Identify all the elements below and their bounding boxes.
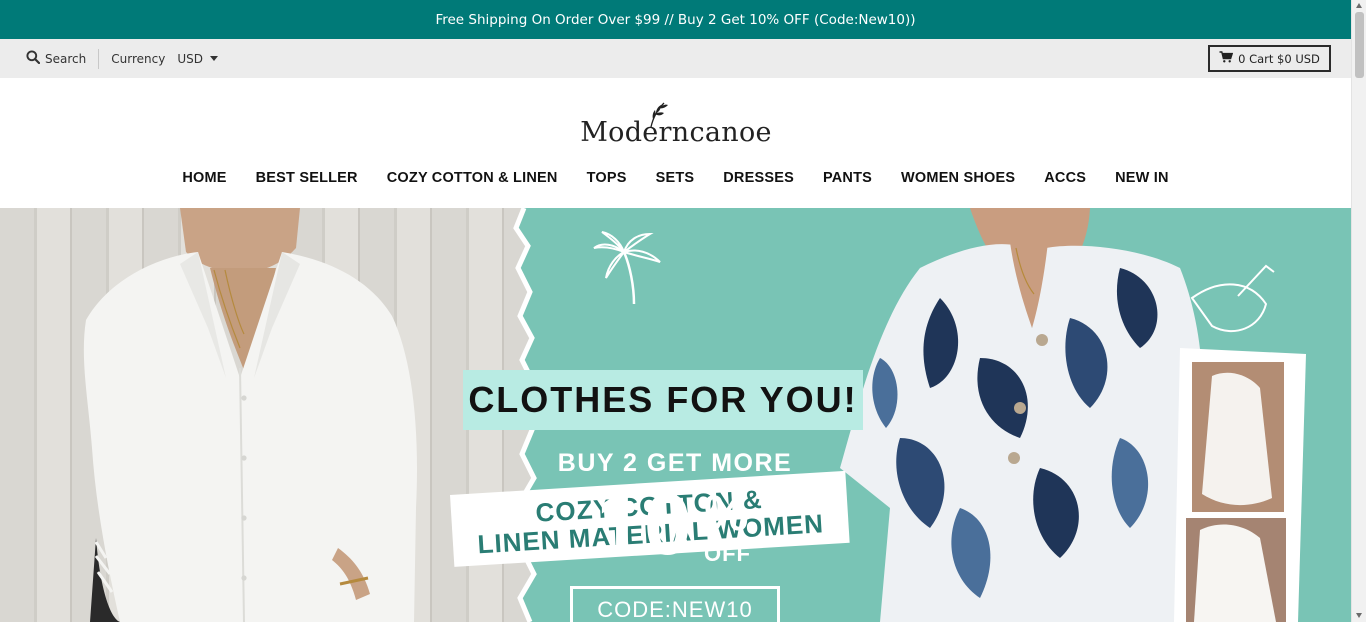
promo-percent: 10 (596, 477, 692, 573)
cart-label: 0 Cart $0 USD (1238, 51, 1320, 66)
scroll-up-icon[interactable] (1356, 3, 1362, 8)
leaf-icon (650, 102, 668, 128)
currency-value: USD (177, 51, 203, 66)
nav-item-dresses[interactable]: DRESSES (723, 170, 794, 186)
currency-selector: Currency USD (111, 52, 218, 66)
promo-buy-2: BUY 2 GET MORE (557, 449, 793, 477)
search-button[interactable]: Search (26, 50, 86, 67)
utility-divider (98, 48, 100, 69)
nav-item-pants[interactable]: PANTS (823, 170, 872, 186)
promo-headline: CLOTHES FOR YOU! (468, 379, 858, 420)
search-label: Search (45, 51, 87, 66)
promo-off: OFF (704, 541, 751, 566)
nav-item-best-seller[interactable]: BEST SELLER (256, 170, 358, 186)
palm-tree-icon (593, 231, 661, 305)
main-nav: HOME BEST SELLER COZY COTTON & LINEN TOP… (0, 160, 1351, 196)
cart-button[interactable]: 0 Cart $0 USD (1208, 45, 1331, 72)
nav-item-home[interactable]: HOME (182, 170, 226, 186)
scrollbar-thumb[interactable] (1355, 12, 1364, 78)
chevron-down-icon (209, 56, 218, 61)
page-scrollbar[interactable] (1351, 0, 1366, 622)
logo-text: Moderncanoe (580, 117, 772, 148)
promo-code: CODE:NEW10 (597, 597, 753, 622)
promo-headline-box: CLOTHES FOR YOU! (463, 370, 863, 430)
nav-item-tops[interactable]: TOPS (587, 170, 627, 186)
search-icon (26, 50, 41, 67)
currency-dropdown[interactable]: USD (177, 52, 218, 66)
scroll-down-icon[interactable] (1356, 613, 1362, 618)
nav-item-cozy-cotton-linen[interactable]: COZY COTTON & LINEN (387, 170, 558, 186)
nav-item-accs[interactable]: ACCS (1044, 170, 1086, 186)
announcement-text: Free Shipping On Order Over $99 // Buy 2… (435, 11, 916, 28)
announcement-bar: Free Shipping On Order Over $99 // Buy 2… (0, 0, 1351, 39)
cart-icon (1219, 51, 1234, 66)
hero-photo-right (820, 208, 1351, 622)
site-logo[interactable]: Moderncanoe (575, 100, 777, 146)
currency-label: Currency (111, 51, 166, 66)
promo-percent-sign: % (704, 485, 749, 541)
nav-item-sets[interactable]: SETS (656, 170, 695, 186)
nav-item-new-in[interactable]: NEW IN (1115, 170, 1169, 186)
nav-item-women-shoes[interactable]: WOMEN SHOES (901, 170, 1015, 186)
promo-code-box: CODE:NEW10 (570, 586, 780, 622)
utility-bar: Search Currency USD 0 Cart $0 USD (0, 39, 1351, 78)
model-floral-top-image (840, 208, 1306, 622)
